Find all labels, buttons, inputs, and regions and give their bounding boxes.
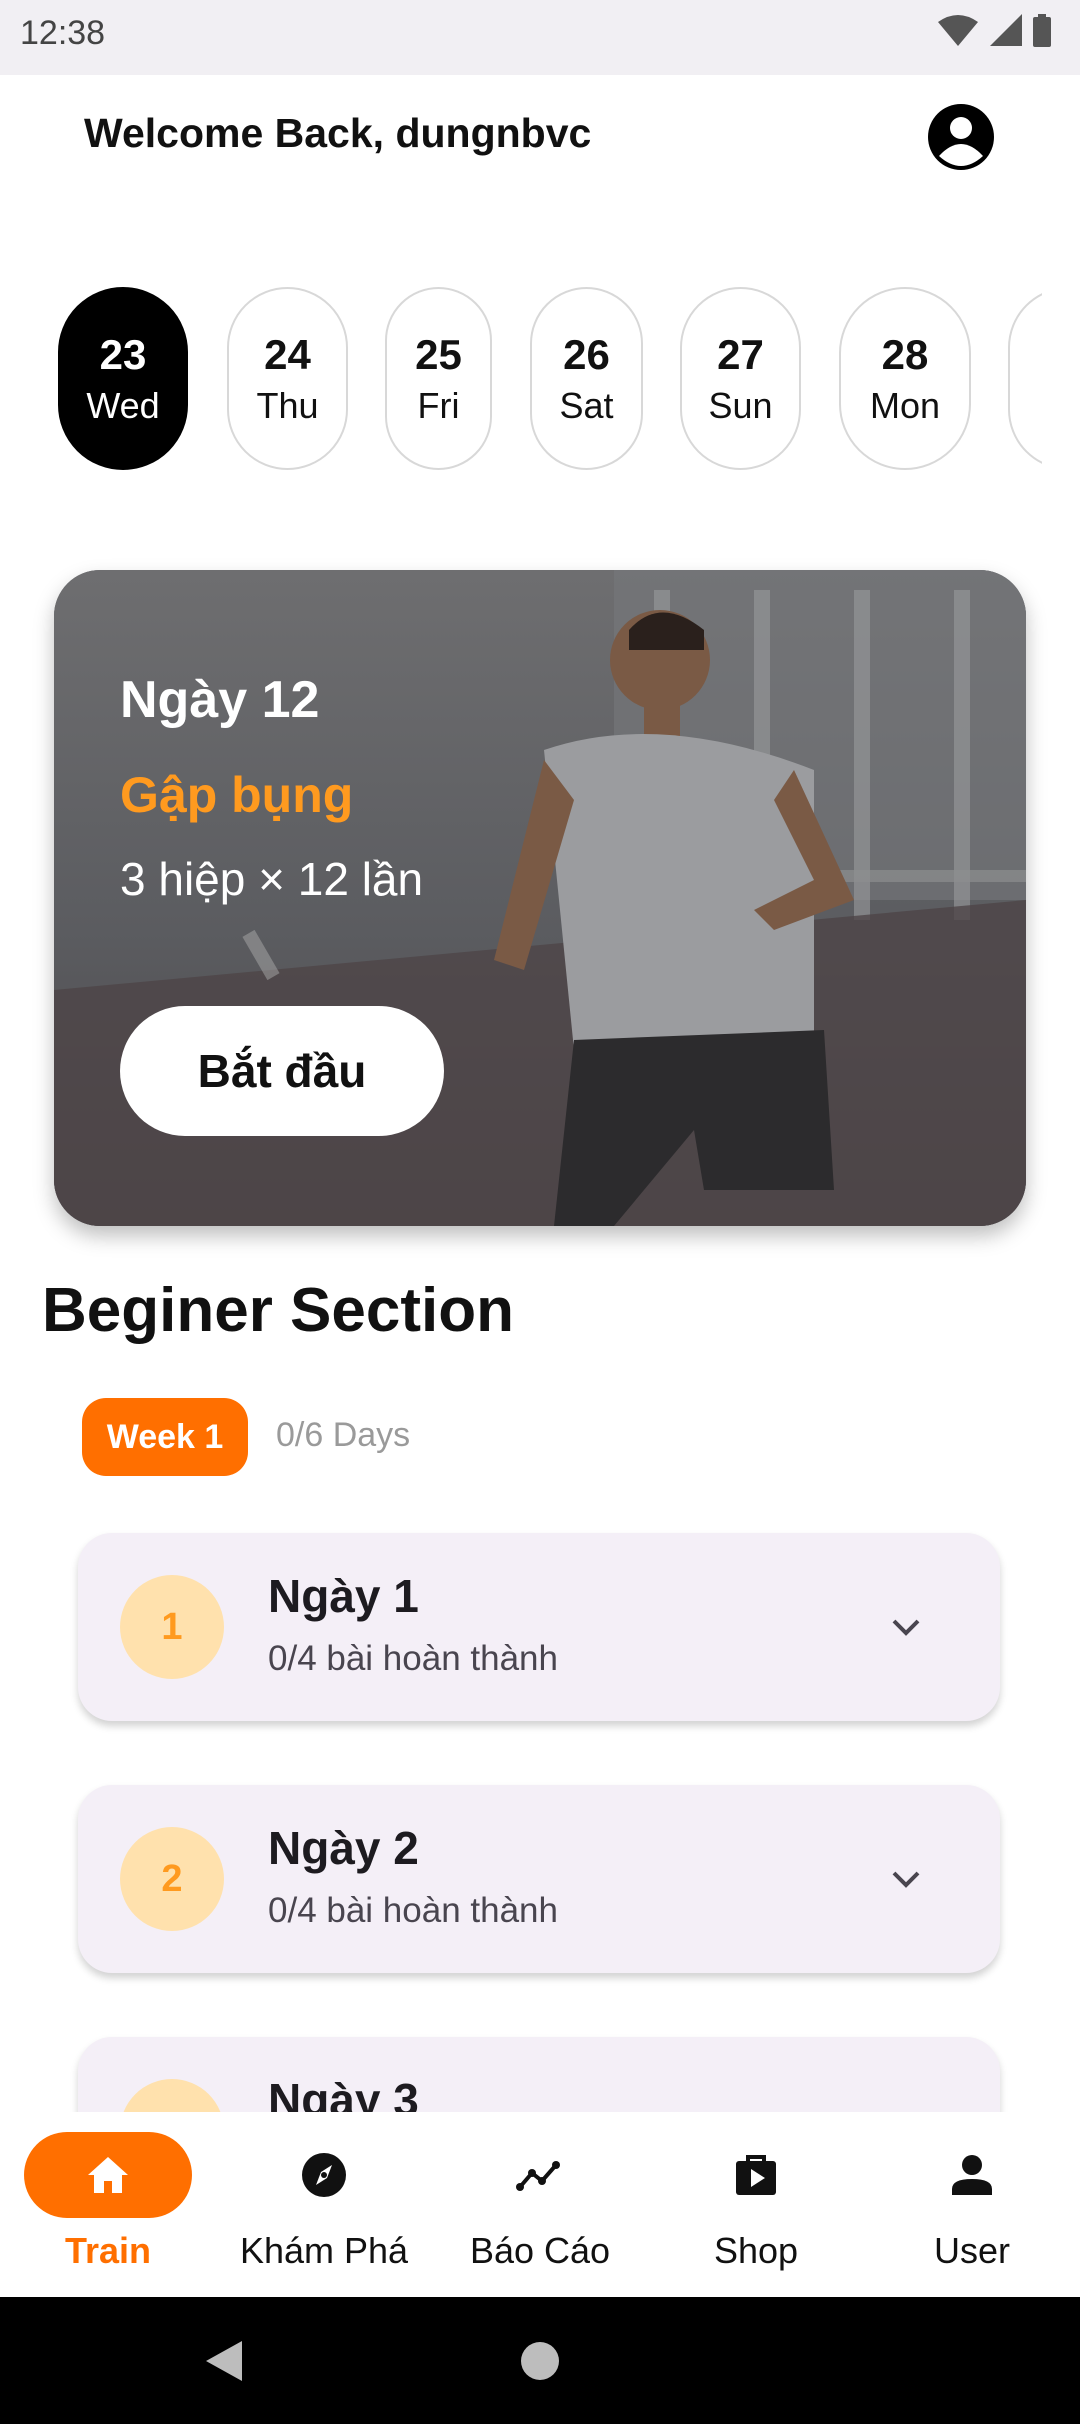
status-time: 12:38 [20, 14, 106, 52]
day-card-1[interactable]: 1 Ngày 1 0/4 bài hoàn thành [78, 1533, 1000, 1721]
chevron-down-icon[interactable] [884, 1605, 928, 1649]
nav-label: User [933, 2230, 1010, 2271]
date-weekday: Wed [86, 384, 160, 426]
date-weekday: Sun [708, 384, 773, 426]
signal-icon [990, 14, 1022, 46]
person-icon [952, 2155, 992, 2195]
date-number: 24 [264, 330, 311, 378]
back-icon[interactable] [202, 2339, 246, 2383]
week-progress: 0/6 Days [276, 1416, 411, 1454]
hero-day-title: Ngày 12 [120, 671, 320, 729]
day-progress: 0/4 bài hoàn thành [268, 1639, 558, 1678]
nav-train[interactable]: Train [0, 2112, 216, 2297]
welcome-text: Welcome Back, dungnbvc [84, 110, 592, 156]
day-title: Ngày 1 [268, 1570, 419, 1622]
compass-icon [302, 2153, 346, 2197]
date-item-28[interactable]: 28 Mon [839, 287, 971, 470]
week-badge[interactable]: Week 1 [82, 1398, 248, 1476]
bottom-navigation: Train Khám Phá Báo Cáo Shop User [0, 2112, 1080, 2297]
hero-exercise-name: Gập bụng [120, 767, 354, 823]
date-number: 23 [99, 330, 147, 378]
date-number: 26 [563, 330, 610, 378]
start-button[interactable]: Bắt đầu [120, 1006, 444, 1136]
nav-shop[interactable]: Shop [648, 2112, 864, 2297]
battery-icon [1033, 14, 1051, 47]
day-progress: 0/4 bài hoàn thành [268, 1891, 558, 1930]
day-title: Ngày 2 [268, 1822, 419, 1874]
nav-label: Báo Cáo [469, 2230, 611, 2271]
day-card-2[interactable]: 2 Ngày 2 0/4 bài hoàn thành [78, 1785, 1000, 1973]
chart-icon [516, 2161, 560, 2191]
chevron-down-icon[interactable] [884, 1857, 928, 1901]
section-title: Beginer Section [42, 1276, 514, 1345]
date-item-next[interactable] [1008, 287, 1042, 470]
nav-bao-cao[interactable]: Báo Cáo [432, 2112, 648, 2297]
date-item-26[interactable]: 26 Sat [530, 287, 643, 470]
nav-label: Shop [713, 2230, 799, 2271]
system-nav-bar [0, 2297, 1080, 2424]
date-item-27[interactable]: 27 Sun [680, 287, 801, 470]
date-number: 25 [415, 330, 462, 378]
nav-user[interactable]: User [864, 2112, 1080, 2297]
date-item-25[interactable]: 25 Fri [385, 287, 492, 470]
hero-reps: 3 hiệp × 12 lần [120, 853, 424, 905]
shop-icon [736, 2155, 776, 2195]
day-index-badge: 2 [120, 1827, 224, 1931]
nav-kham-pha[interactable]: Khám Phá [216, 2112, 432, 2297]
nav-label: Khám Phá [239, 2230, 409, 2271]
date-weekday: Fri [417, 384, 460, 426]
profile-button[interactable] [926, 102, 996, 172]
home-icon [88, 2157, 128, 2193]
day-index-badge: 1 [120, 1575, 224, 1679]
wifi-icon [938, 15, 978, 46]
status-bar: 12:38 [0, 0, 1080, 75]
status-icons [938, 14, 1052, 48]
date-number: 27 [717, 330, 764, 378]
date-weekday: Sat [559, 384, 614, 426]
date-item-23[interactable]: 23 Wed [58, 287, 188, 470]
nav-label: Train [64, 2230, 152, 2271]
date-number: 28 [881, 330, 929, 378]
account-circle-icon [928, 104, 994, 170]
today-workout-card[interactable]: Ngày 12 Gập bụng 3 hiệp × 12 lần Bắt đầu [54, 570, 1026, 1226]
date-item-24[interactable]: 24 Thu [227, 287, 348, 470]
date-strip: 23 Wed 24 Thu 25 Fri 26 Sat 27 Sun 28 Mo… [0, 287, 1042, 472]
home-circle-icon[interactable] [520, 2341, 560, 2381]
date-weekday: Mon [869, 384, 941, 426]
date-weekday: Thu [256, 384, 319, 426]
